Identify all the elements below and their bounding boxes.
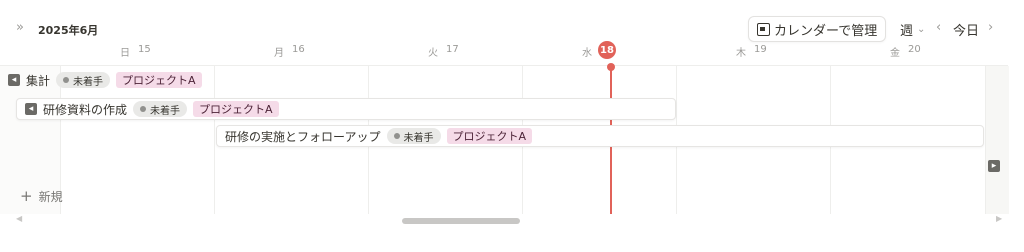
horizontal-scrollbar-thumb[interactable] [402,218,520,224]
today-label: 今日 [953,24,980,39]
today-button[interactable]: 今日 [953,20,979,39]
event-item[interactable]: ◂ 集計 未着手 プロジェクトA [8,71,202,89]
day-header-mon: 月 16 [274,44,305,59]
chevron-down-icon: ⌄ [917,24,926,35]
project-tag: プロジェクトA [116,72,202,88]
calendar-manage-button[interactable]: カレンダーで管理 [748,16,887,42]
chevron-right-icon: › [988,20,994,35]
continues-arrow-icon[interactable]: ▸ [988,160,1000,172]
next-week-button[interactable]: › [988,20,993,35]
event-title: 研修の実施とフォローアップ [225,129,381,144]
status-badge: 未着手 [133,101,188,117]
status-badge: 未着手 [386,128,441,144]
event-title: 集計 [26,73,51,88]
scroll-left-arrow-icon[interactable]: ◀ [16,214,22,223]
continued-arrow-icon: ◂ [25,103,37,115]
status-dot-icon [393,133,400,139]
scroll-right-arrow-icon[interactable]: ▶ [996,214,1002,223]
project-tag: プロジェクトA [446,128,533,144]
today-indicator-dot [607,63,615,71]
day-header-fri: 金 20 [890,44,921,59]
new-label: 新規 [38,189,63,204]
day-header-wed: 水 18 [522,41,676,60]
day-header-sun: 日 15 [120,44,151,59]
project-tag: プロジェクトA [193,101,279,117]
new-event-button[interactable]: + 新規 [20,187,63,205]
expand-sidebar-icon[interactable]: » [16,20,24,35]
event-title: 研修資料の作成 [43,102,128,117]
chevron-left-icon: ‹ [936,20,942,35]
calendar-manage-label: カレンダーで管理 [774,23,878,39]
calendar-icon [757,22,770,36]
plus-icon: + [20,187,33,205]
prev-week-button[interactable]: ‹ [936,20,941,35]
status-dot-icon [140,106,147,112]
view-label: 週 [900,24,914,39]
status-badge: 未着手 [56,72,111,88]
grid-top-border [0,65,1008,66]
view-selector[interactable]: 週 ⌄ [900,20,925,39]
event-item[interactable]: ◂ 研修資料の作成 未着手 プロジェクトA [16,98,676,120]
status-dot-icon [63,77,70,83]
month-title: 2025年6月 [38,24,99,37]
grid-divider [214,66,215,214]
day-header-tue: 火 17 [428,44,459,59]
day-header-thu: 木 19 [736,44,767,59]
today-day-badge: 18 [598,41,616,59]
continued-arrow-icon: ◂ [8,74,20,86]
event-item[interactable]: 研修の実施とフォローアップ 未着手 プロジェクトA [216,125,984,147]
saturday-column [985,66,1009,214]
